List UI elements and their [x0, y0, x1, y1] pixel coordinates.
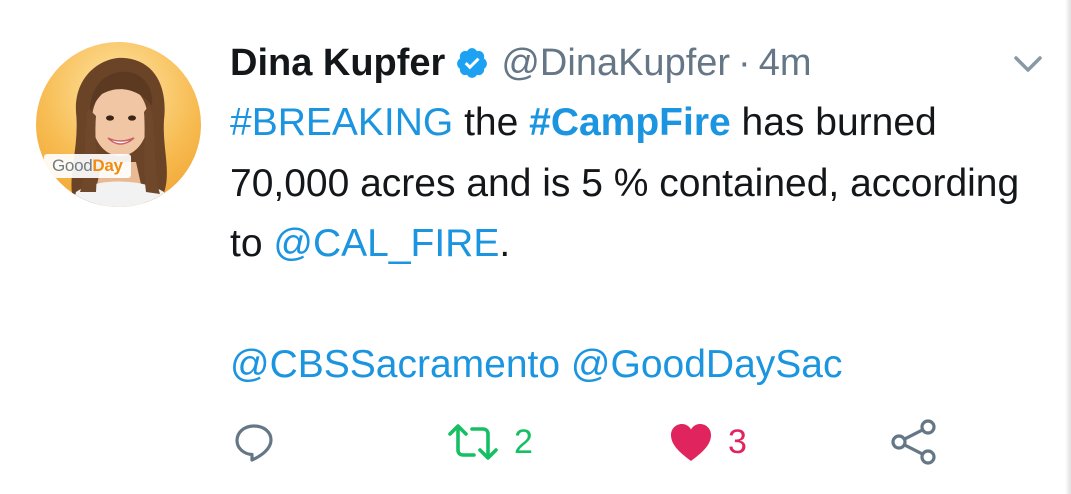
tweet-text: #BREAKING the #CampFire has burned 70,00… [230, 93, 1030, 396]
tweet-timestamp[interactable]: 4m [759, 42, 812, 85]
hashtag-campfire[interactable]: #CampFire [529, 101, 731, 144]
author-name[interactable]: Dina Kupfer [230, 42, 445, 85]
heart-icon [671, 424, 711, 461]
retweet-count: 2 [514, 422, 533, 461]
tweet-text-segment: the [453, 101, 530, 144]
header-separator: · [738, 41, 751, 84]
scrollbar[interactable] [1065, 0, 1071, 494]
mention-calfire[interactable]: @CAL_FIRE [273, 222, 499, 265]
tweet-header: Dina Kupfer @DinaKupfer · 4m [230, 38, 812, 88]
tweet-card[interactable]: GoodDay Dina Kupfer @DinaKupfer · 4m #BR… [0, 0, 1071, 494]
retweet-button[interactable]: 2 [446, 412, 533, 472]
hashtag-breaking[interactable]: #BREAKING [230, 101, 453, 144]
reply-icon [235, 424, 273, 462]
share-button[interactable] [890, 412, 938, 472]
avatar-portrait [71, 57, 167, 207]
verified-badge-icon [457, 48, 488, 78]
goodday-logo: GoodDay [44, 154, 131, 178]
share-icon [891, 419, 936, 465]
tweet-actions: 2 3 [0, 412, 1071, 472]
retweet-icon [448, 424, 498, 460]
mention-cbssacramento[interactable]: @CBSSacramento [230, 343, 560, 386]
like-count: 3 [728, 422, 747, 461]
tweet-text-segment: . [499, 222, 511, 265]
author-handle[interactable]: @DinaKupfer [501, 42, 730, 85]
chevron-down-icon[interactable] [1010, 52, 1046, 76]
like-button[interactable]: 3 [668, 412, 747, 472]
mention-gooddaysac[interactable]: @GoodDaySac [571, 343, 843, 386]
avatar[interactable]: GoodDay [36, 42, 201, 207]
reply-button[interactable] [232, 412, 276, 472]
